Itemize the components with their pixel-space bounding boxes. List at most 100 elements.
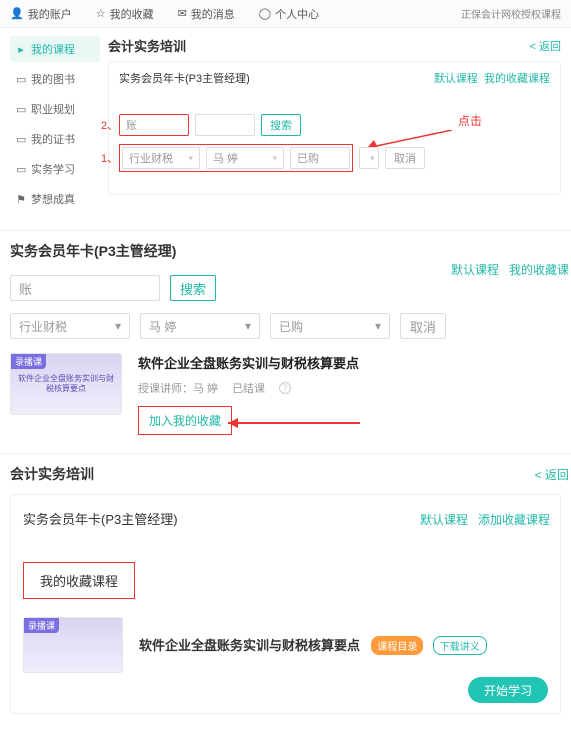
- pencil-icon: ▭: [16, 163, 26, 176]
- sidebar-item-career[interactable]: ▭职业规划: [10, 96, 100, 122]
- filter-extra[interactable]: ▾: [359, 147, 379, 169]
- search-input-2[interactable]: [10, 275, 160, 301]
- link-fav-2[interactable]: 我的收藏课: [509, 263, 569, 277]
- star-icon: ☆: [96, 7, 106, 20]
- course-status: 已结课: [232, 380, 265, 396]
- cancel-button-2[interactable]: 取消: [400, 313, 446, 339]
- annotation-num-2: 2、: [101, 117, 118, 133]
- course-row-2: 录播课 软件企业全盘账务实训与财税核算要点 软件企业全盘账务实训与财税核算要点 …: [10, 353, 561, 435]
- cancel-button-1[interactable]: 取消: [385, 147, 425, 169]
- link-add-3[interactable]: 添加收藏课程: [478, 513, 550, 527]
- thumb-tag: 录播课: [11, 354, 46, 369]
- link-default-2[interactable]: 默认课程: [451, 263, 499, 277]
- search-button-2[interactable]: 搜索: [170, 275, 216, 301]
- back-link-3[interactable]: < 返回: [535, 466, 569, 483]
- annotation-num-1: 1、: [101, 150, 118, 166]
- link-default-1[interactable]: 默认课程: [434, 73, 478, 85]
- link-fav-1[interactable]: 我的收藏课程: [484, 73, 550, 85]
- book-icon: ▭: [16, 73, 26, 86]
- card1-links: 默认课程 我的收藏课程: [434, 70, 550, 86]
- nav-messages-label: 我的消息: [191, 6, 235, 22]
- thumb-tag-3: 录播课: [24, 618, 59, 633]
- filter-label: 已购: [297, 150, 319, 166]
- annotation-arrow-2: [220, 411, 360, 435]
- card-1: 实务会员年卡(P3主管经理) 默认课程 我的收藏课程 点击 2、 搜索 1、 行…: [108, 61, 561, 195]
- nav-right-note: 正保会计网校授权课程: [461, 6, 561, 21]
- top-nav: 👤 我的账户 ☆ 我的收藏 ✉我的消息 ◯ 个人中心 正保会计网校授权课程: [0, 0, 571, 28]
- filter-industry-1[interactable]: 行业财税 ▾: [122, 147, 200, 169]
- sidebar-item-dream[interactable]: ⚑ 梦想成真: [10, 186, 100, 212]
- filter-status-1[interactable]: 已购: [290, 147, 350, 169]
- nav-account-label: 我的账户: [28, 6, 72, 22]
- course-meta-2: 授课讲师：马 婷 已结课 ?: [138, 380, 359, 396]
- sidebar-item-books[interactable]: ▭ 我的图书: [10, 66, 100, 92]
- start-learning-button[interactable]: 开始学习: [468, 677, 548, 703]
- nav-account[interactable]: 👤 我的账户: [10, 6, 72, 22]
- filter-label: 马 婷: [213, 150, 238, 166]
- cert-icon: ▭: [16, 133, 26, 146]
- main-panel-1: 会计实务培训 < 返回 实务会员年卡(P3主管经理) 默认课程 我的收藏课程 点…: [100, 36, 561, 216]
- sidebar: ▸我的课程 ▭ 我的图书 ▭职业规划 ▭ 我的证书 ▭ 实务学习 ⚑ 梦想成真: [10, 36, 100, 216]
- course-title-3: 软件企业全盘账务实训与财税核算要点: [139, 638, 360, 653]
- link-default-3[interactable]: 默认课程: [420, 513, 468, 527]
- filter-row-selects: 1、 行业财税▾ 马 婷▾ 已购 ▾ 取消: [119, 144, 550, 172]
- section1-title: 会计实务培训: [108, 36, 561, 55]
- briefcase-icon: ▭: [16, 103, 26, 116]
- filter-industry-2[interactable]: 行业财税▾: [10, 313, 130, 339]
- filter-label: 行业财税: [19, 318, 67, 335]
- user-icon: 👤: [10, 7, 24, 20]
- play-icon: ▸: [16, 43, 26, 56]
- filter-teacher-2[interactable]: 马 婷 ▾: [140, 313, 260, 339]
- filter-label: 行业财税: [129, 150, 173, 166]
- card-3: 实务会员年卡(P3主管经理) 默认课程 添加收藏课程 我的收藏课程 录播课 软件…: [10, 494, 561, 714]
- section-2: 实务会员年卡(P3主管经理) 默认课程 我的收藏课 搜索 行业财税▾ 马 婷▾ …: [0, 231, 571, 454]
- nav-favorites-label: 我的收藏: [110, 6, 154, 22]
- fav-tab[interactable]: 我的收藏课程: [23, 562, 135, 599]
- sidebar-item-cert[interactable]: ▭ 我的证书: [10, 126, 100, 152]
- sidebar-item-label: 我的图书: [31, 71, 75, 87]
- filters-1: 2、 搜索 1、 行业财税▾ 马 婷▾ 已购 ▾ 取消: [119, 114, 550, 172]
- filter-row-2: 行业财税▾ 马 婷▾ 已购▾ 取消: [10, 313, 561, 339]
- course-info-3: 软件企业全盘账务实训与财税核算要点 课程目录 下载讲义: [139, 635, 487, 655]
- teacher-name: 马 婷: [193, 383, 218, 395]
- back-link-1[interactable]: < 返回: [530, 38, 561, 54]
- section2-title: 实务会员年卡(P3主管经理): [10, 241, 561, 261]
- chevron-down-icon: ▾: [370, 153, 375, 164]
- search-input-1[interactable]: [119, 114, 189, 136]
- filter-row-search: 2、 搜索: [119, 114, 550, 136]
- sidebar-item-label: 梦想成真: [31, 191, 75, 207]
- course-title-2: 软件企业全盘账务实训与财税核算要点: [138, 353, 359, 372]
- section-1: ▸我的课程 ▭ 我的图书 ▭职业规划 ▭ 我的证书 ▭ 实务学习 ⚑ 梦想成真 会计实务…: [0, 28, 571, 231]
- nav-messages[interactable]: ✉我的消息: [178, 6, 235, 22]
- profile-icon: ◯: [259, 7, 271, 20]
- sidebar-item-label: 实务学习: [31, 161, 75, 177]
- nav-favorites[interactable]: ☆ 我的收藏: [96, 6, 154, 22]
- filter-teacher-1[interactable]: 马 婷▾: [206, 147, 284, 169]
- chevron-down-icon: ▾: [375, 319, 381, 333]
- chevron-down-icon: ▾: [188, 153, 193, 164]
- search-input-1b[interactable]: [195, 114, 255, 136]
- course-thumbnail-3[interactable]: 录播课: [23, 617, 123, 673]
- section3-title: 会计实务培训: [10, 464, 561, 484]
- teacher-label: 授课讲师：马 婷: [138, 380, 218, 396]
- course-thumbnail-2[interactable]: 录播课 软件企业全盘账务实训与财税核算要点: [10, 353, 122, 415]
- sidebar-item-courses[interactable]: ▸我的课程: [10, 36, 100, 62]
- nav-profile-label: 个人中心: [275, 6, 319, 22]
- filter-label: 马 婷: [149, 318, 176, 335]
- chevron-down-icon: ▾: [245, 319, 251, 333]
- add-favorite-button[interactable]: 加入我的收藏: [138, 406, 232, 435]
- nav-profile[interactable]: ◯ 个人中心: [259, 6, 319, 22]
- badge-catalog[interactable]: 课程目录: [371, 636, 423, 655]
- badge-download[interactable]: 下载讲义: [433, 636, 487, 655]
- flag-icon: ⚑: [16, 193, 26, 206]
- teacher-label-text: 授课讲师：: [138, 383, 193, 395]
- section-3: 会计实务培训 < 返回 实务会员年卡(P3主管经理) 默认课程 添加收藏课程 我…: [0, 454, 571, 744]
- search-button-1[interactable]: 搜索: [261, 114, 301, 136]
- card3-links: 默认课程 添加收藏课程: [420, 511, 550, 528]
- sidebar-item-label: 我的证书: [31, 131, 75, 147]
- sidebar-item-practice[interactable]: ▭ 实务学习: [10, 156, 100, 182]
- info-icon[interactable]: ?: [279, 382, 291, 394]
- search-row-2: 搜索: [10, 275, 561, 301]
- filter-status-2[interactable]: 已购▾: [270, 313, 390, 339]
- thumb-text: 软件企业全盘账务实训与财税核算要点: [11, 374, 121, 393]
